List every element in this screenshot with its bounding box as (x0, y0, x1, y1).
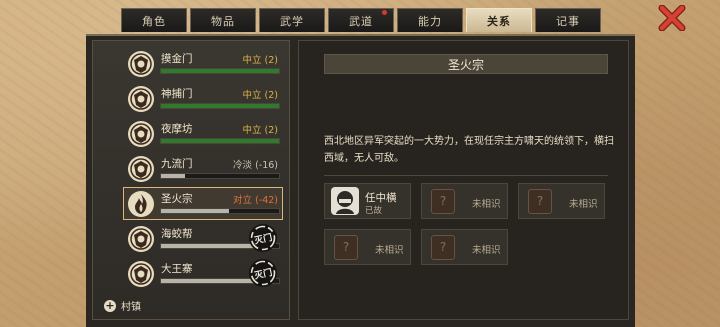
unknown-member-card[interactable]: ? 未相识 (421, 183, 508, 219)
relation-bar (160, 103, 280, 109)
faction-list-panel: 摸金门 中立 (2) 神捕门 中立 (2) 夜摩坊 中立 (2) 九流门 冷淡 (-16) 圣火… (92, 40, 290, 320)
tab-label: 物品 (211, 14, 235, 28)
faction-emblem-icon (127, 260, 155, 288)
faction-list: 摸金门 中立 (2) 神捕门 中立 (2) 夜摩坊 中立 (2) 九流门 冷淡 (-16) 圣火… (123, 47, 283, 292)
flame-emblem-icon (127, 190, 155, 218)
faction-name: 圣火宗 (161, 193, 193, 205)
relation-bar-fill (161, 69, 279, 73)
tab-martial-way[interactable]: 武道 (328, 8, 394, 32)
faction-emblem-icon (127, 120, 155, 148)
faction-name: 海蛟帮 (161, 228, 193, 240)
relation-bar-fill (161, 139, 279, 143)
tab-journal[interactable]: 记事 (535, 8, 601, 32)
faction-title: 圣火宗 (324, 54, 608, 74)
tab-abilities[interactable]: 能力 (397, 8, 463, 32)
faction-row[interactable]: 海蛟帮 灭门 (123, 222, 283, 255)
faction-row[interactable]: 神捕门 中立 (2) (123, 82, 283, 115)
town-toggle-button[interactable]: + 村镇 (104, 298, 141, 313)
relation-bar (160, 208, 280, 214)
tab-label: 武道 (349, 14, 373, 28)
tab-items[interactable]: 物品 (190, 8, 256, 32)
relation-bar-fill (161, 279, 258, 283)
member-card[interactable]: 任中横 已故 (324, 183, 411, 219)
member-name: 未相识 (472, 245, 501, 256)
tab-label: 能力 (418, 14, 442, 28)
question-mark-icon: ? (431, 189, 455, 214)
relation-value: 冷淡 (-16) (233, 160, 278, 171)
tab-martial-arts[interactable]: 武学 (259, 8, 325, 32)
faction-emblem-icon (127, 50, 155, 78)
relation-bar-fill (161, 174, 185, 178)
unknown-member-card[interactable]: ? 未相识 (518, 183, 605, 219)
plus-icon: + (104, 298, 116, 312)
faction-row[interactable]: 摸金门 中立 (2) (123, 47, 283, 80)
faction-name: 夜摩坊 (161, 123, 193, 135)
faction-name: 摸金门 (161, 53, 193, 65)
relation-bar (160, 138, 280, 144)
relation-value: 中立 (2) (242, 125, 278, 136)
stamp-text: 灭门 (253, 267, 274, 282)
faction-name: 大王寨 (161, 263, 193, 275)
faction-row[interactable]: 夜摩坊 中立 (2) (123, 117, 283, 150)
divider (324, 175, 608, 176)
question-mark-icon: ? (334, 235, 358, 260)
relation-bar-fill (161, 209, 230, 213)
faction-detail-panel: 圣火宗 西北地区异军突起的一大势力，在现任宗主方啸天的统领下，横扫西域，无人可敌… (298, 40, 629, 320)
unknown-member-card[interactable]: ? 未相识 (421, 229, 508, 265)
member-name: 未相识 (472, 199, 501, 210)
avatar (331, 187, 359, 215)
relation-value: 中立 (2) (242, 55, 278, 66)
faction-name: 九流门 (161, 158, 193, 170)
relation-bar-fill (161, 104, 279, 108)
destroyed-stamp-icon: 灭门 (248, 258, 278, 288)
member-status: 已故 (365, 206, 383, 216)
tab-label: 关系 (487, 14, 511, 28)
faction-emblem-icon (127, 155, 155, 183)
destroyed-stamp-icon: 灭门 (248, 223, 278, 253)
faction-description: 西北地区异军突起的一大势力，在现任宗主方啸天的统领下，横扫西域，无人可敌。 (324, 136, 614, 164)
relation-value: 对立 (-42) (233, 195, 278, 206)
faction-emblem-icon (127, 85, 155, 113)
relation-bar-fill (161, 244, 258, 248)
relation-bar (160, 173, 280, 179)
member-name: 未相识 (375, 245, 404, 256)
stamp-text: 灭门 (253, 232, 274, 247)
town-toggle-label: 村镇 (121, 302, 141, 313)
member-name: 任中横 (365, 192, 397, 204)
close-icon[interactable] (658, 5, 686, 31)
faction-row[interactable]: 圣火宗 对立 (-42) (123, 187, 283, 220)
tab-bar: 角色 物品 武学 武道 能力 关系 记事 (121, 8, 604, 34)
faction-row[interactable]: 大王寨 灭门 (123, 257, 283, 290)
relation-bar (160, 68, 280, 74)
faction-title-text: 圣火宗 (447, 57, 484, 72)
faction-name: 神捕门 (161, 88, 193, 100)
tab-character[interactable]: 角色 (121, 8, 187, 32)
member-name: 未相识 (569, 199, 598, 210)
relation-value: 中立 (2) (242, 90, 278, 101)
tab-label: 武学 (280, 14, 304, 28)
notification-badge (382, 10, 387, 15)
tab-relations[interactable]: 关系 (466, 8, 532, 32)
faction-emblem-icon (127, 225, 155, 253)
question-mark-icon: ? (528, 189, 552, 214)
faction-row[interactable]: 九流门 冷淡 (-16) (123, 152, 283, 185)
unknown-member-card[interactable]: ? 未相识 (324, 229, 411, 265)
question-mark-icon: ? (431, 235, 455, 260)
tab-label: 角色 (142, 14, 166, 28)
tab-label: 记事 (556, 14, 580, 28)
